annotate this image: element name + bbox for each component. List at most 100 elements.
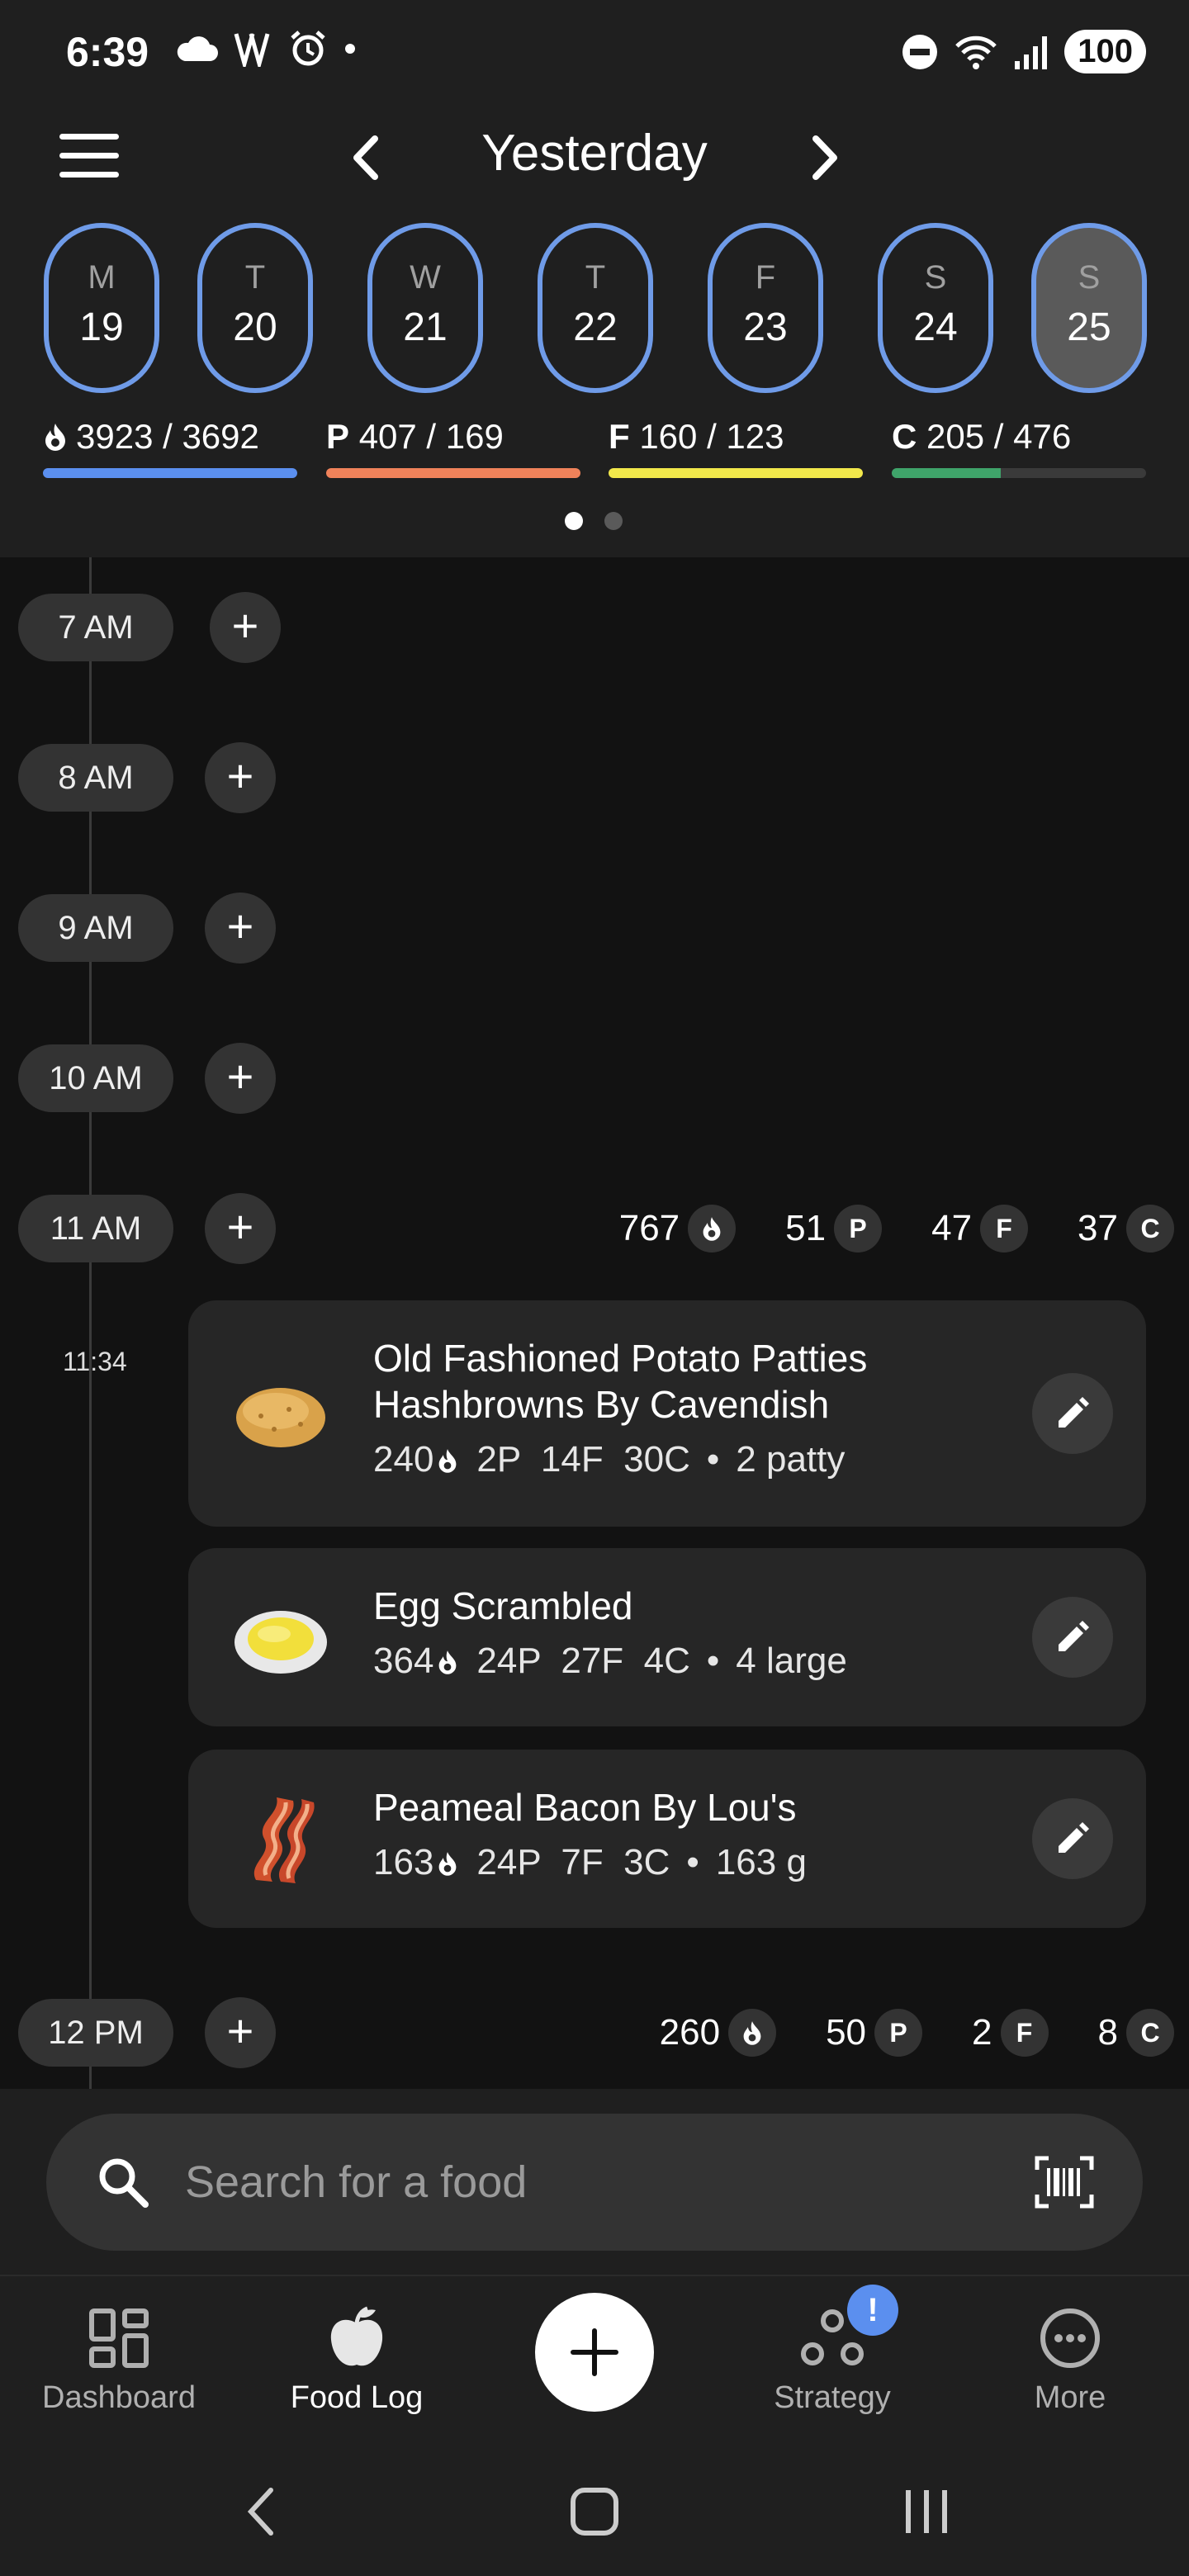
- barcode-scan-icon[interactable]: [1034, 2155, 1095, 2209]
- hour-label: 12 PM: [18, 1999, 173, 2067]
- calorie-total: 260: [659, 2012, 721, 2053]
- food-name: Egg Scrambled: [373, 1584, 633, 1627]
- search-input[interactable]: Search for a food: [46, 2114, 1143, 2251]
- carb-summary: C 205 / 476: [892, 417, 1146, 478]
- day-number: 19: [79, 305, 124, 349]
- pencil-icon: [1059, 1822, 1089, 1853]
- flame-icon: [439, 1650, 457, 1674]
- battery-indicator: 100: [1064, 30, 1146, 73]
- edit-food-button[interactable]: [1032, 1373, 1113, 1454]
- calorie-total: 767: [618, 1208, 680, 1248]
- menu-button[interactable]: [59, 134, 119, 180]
- hour-label: 8 AM: [18, 744, 173, 812]
- fat-badge: F: [980, 1205, 1029, 1252]
- home-icon[interactable]: [570, 2487, 619, 2536]
- previous-day-button[interactable]: [342, 129, 391, 187]
- add-food-button[interactable]: +: [205, 1193, 276, 1264]
- wifi-icon: [955, 36, 997, 69]
- food-macros: 24P 7F 3C: [476, 1842, 670, 1882]
- fat-summary: F 160 / 123: [609, 417, 863, 478]
- nav-food-log[interactable]: Food Log: [249, 2301, 464, 2416]
- search-icon: [99, 2158, 149, 2208]
- add-food-button[interactable]: +: [210, 592, 281, 663]
- edit-food-button[interactable]: [1032, 1597, 1113, 1678]
- day-letter: S: [1078, 259, 1101, 296]
- food-entry[interactable]: Egg Scrambled 364 24P 27F 4C • 4 large: [188, 1548, 1146, 1726]
- day-letter: W: [410, 259, 441, 296]
- carb-progress-bar: [892, 468, 1146, 478]
- hour-totals: 767 51 P 47 F 37 C: [570, 1195, 1174, 1262]
- day-pill-mon[interactable]: M 19: [44, 223, 159, 393]
- day-pill-sat[interactable]: S 24: [878, 223, 993, 393]
- protein-progress-bar: [326, 468, 580, 478]
- calorie-summary: 3923 / 3692: [43, 417, 297, 478]
- add-button[interactable]: [535, 2293, 654, 2412]
- menu-icon-line: [59, 134, 119, 140]
- hour-row-11am: 11 AM + 767 51 P 47 F 37 C: [18, 1193, 1174, 1264]
- day-pill-wed[interactable]: W 21: [367, 223, 483, 393]
- carb-total: 37: [1078, 1208, 1118, 1248]
- menu-icon-line: [59, 172, 119, 178]
- protein-value: 407 / 169: [358, 417, 504, 456]
- day-number: 23: [743, 305, 788, 349]
- food-entry[interactable]: Peameal Bacon By Lou's 163 24P 7F 3C • 163 …: [188, 1750, 1146, 1928]
- fat-total: 2: [972, 2012, 992, 2053]
- day-pill-sun[interactable]: S 25: [1031, 223, 1147, 393]
- notification-badge: !: [847, 2285, 898, 2336]
- system-navigation-bar: [0, 2452, 1189, 2576]
- fat-prefix: F: [609, 417, 630, 456]
- edit-food-button[interactable]: [1032, 1798, 1113, 1879]
- recent-apps-icon[interactable]: [902, 2487, 951, 2536]
- hour-row-12pm: 12 PM + 260 50 P 2F 8C: [18, 1997, 1174, 2068]
- day-letter: S: [924, 259, 947, 296]
- add-food-button[interactable]: +: [205, 1043, 276, 1114]
- day-letter: T: [585, 259, 606, 296]
- fat-value: 160 / 123: [639, 417, 784, 456]
- status-bar: 6:39 100: [0, 0, 1189, 107]
- carb-total: 8: [1097, 2012, 1118, 2053]
- nav-dashboard[interactable]: Dashboard: [12, 2301, 226, 2416]
- nav-more[interactable]: More: [963, 2301, 1177, 2416]
- hour-label: 11 AM: [18, 1195, 173, 1262]
- flame-icon: [45, 424, 65, 451]
- add-food-button[interactable]: +: [205, 1997, 276, 2068]
- apple-icon: [330, 2306, 383, 2366]
- protein-total: 51: [785, 1208, 827, 1248]
- fat-progress-bar: [609, 468, 863, 478]
- day-number: 20: [233, 305, 277, 349]
- food-entry[interactable]: Old Fashioned Potato Patties Hashbrowns …: [188, 1300, 1146, 1527]
- menu-icon-line: [59, 153, 119, 159]
- add-food-button[interactable]: +: [205, 893, 276, 964]
- nav-strategy[interactable]: ! Strategy: [725, 2285, 940, 2416]
- food-calories: 163: [373, 1842, 434, 1882]
- dashboard-icon: [89, 2308, 149, 2368]
- search-area: Search for a food: [0, 2089, 1189, 2275]
- bacon-icon: [253, 1797, 315, 1883]
- nav-label: More: [1034, 2380, 1106, 2415]
- day-pill-fri[interactable]: F 23: [708, 223, 823, 393]
- fat-total: 47: [931, 1208, 973, 1248]
- hour-label: 7 AM: [18, 594, 173, 661]
- protein-summary: P 407 / 169: [326, 417, 580, 478]
- flame-badge-icon: [688, 1205, 737, 1252]
- day-number: 24: [913, 305, 958, 349]
- day-pill-thu[interactable]: T 22: [538, 223, 653, 393]
- fat-badge: F: [1000, 2009, 1049, 2057]
- protein-progress-fill: [326, 468, 580, 478]
- next-day-button[interactable]: [799, 129, 849, 187]
- carb-progress-fill: [892, 468, 1002, 478]
- add-food-button[interactable]: +: [205, 742, 276, 813]
- pencil-icon: [1059, 1621, 1089, 1651]
- day-number: 22: [573, 305, 618, 349]
- back-icon[interactable]: [244, 2485, 277, 2538]
- food-nutrition: 364 24P 27F 4C • 4 large: [373, 1641, 847, 1681]
- egg-icon: [234, 1611, 327, 1674]
- day-pill-tue[interactable]: T 20: [197, 223, 313, 393]
- meal-timestamp: 11:34: [63, 1347, 127, 1376]
- week-day-selector: M 19 T 20 W 21 T 22 F 23 S 24 S 25: [0, 223, 1189, 396]
- day-number: 25: [1067, 305, 1111, 349]
- potato-icon: [236, 1388, 325, 1447]
- food-serving: 2 patty: [736, 1439, 846, 1480]
- food-macros: 24P 27F 4C: [476, 1641, 690, 1681]
- hour-label: 10 AM: [18, 1044, 173, 1112]
